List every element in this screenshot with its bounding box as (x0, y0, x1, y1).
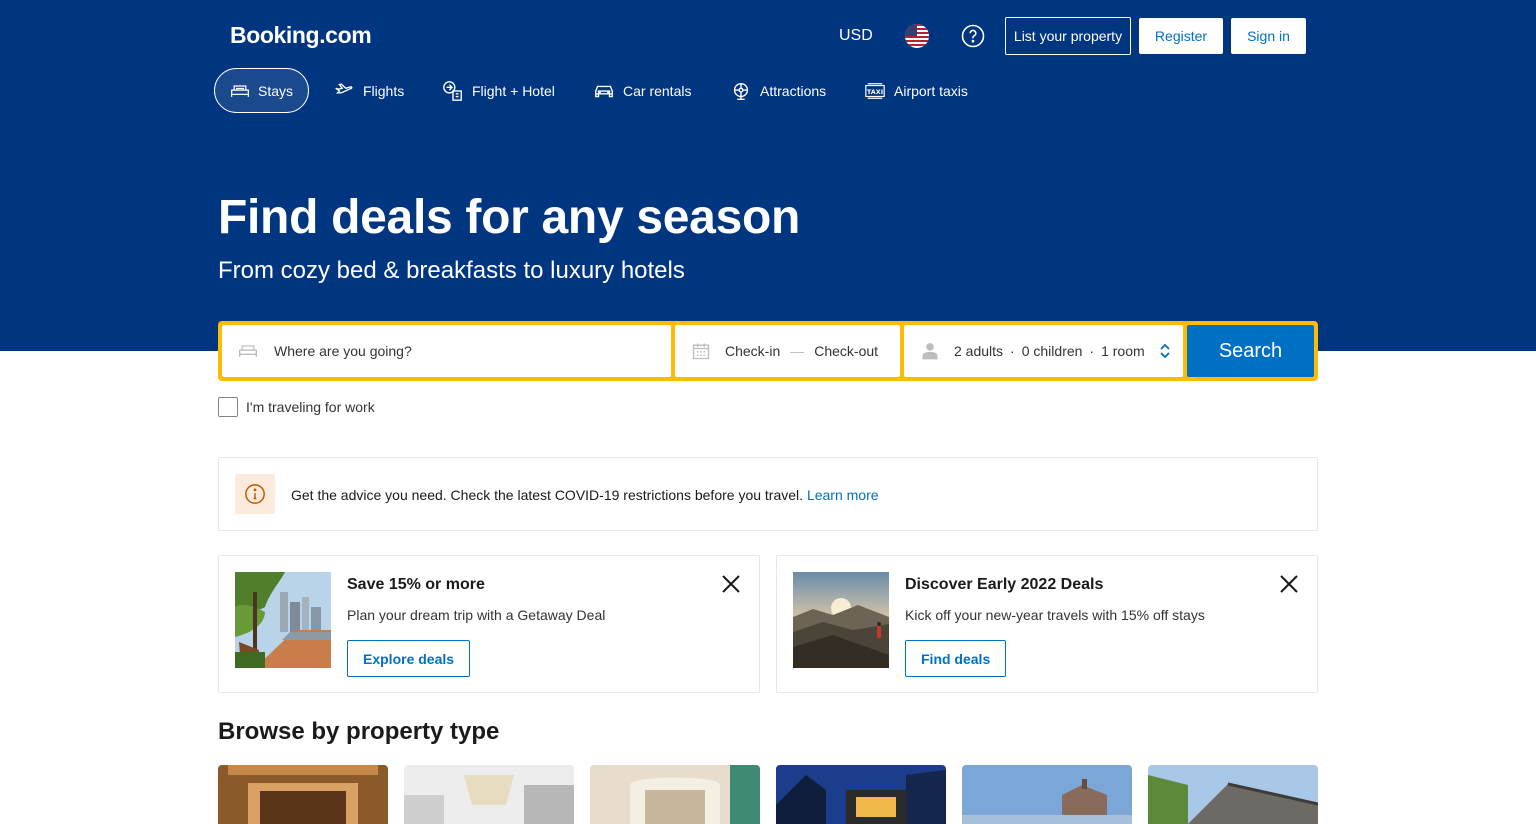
nav-tab-attractions[interactable]: Attractions (715, 68, 841, 113)
rooms-count: 1 room (1101, 343, 1145, 359)
destination-input[interactable]: Where are you going? (222, 325, 671, 377)
hero-title: Find deals for any season (218, 191, 801, 244)
help-icon[interactable] (961, 24, 985, 48)
promo-title: Save 15% or more (347, 576, 485, 593)
booking-logo[interactable]: Booking.com (230, 22, 372, 49)
bed-icon (239, 345, 257, 357)
currency-selector[interactable]: USD (839, 27, 873, 45)
nav-label: Car rentals (623, 82, 692, 99)
explore-deals-button[interactable]: Explore deals (347, 640, 471, 677)
nav-label: Airport taxis (894, 82, 968, 99)
separator-dot: · (1089, 343, 1095, 359)
search-bar: Where are you going? Check-in — Check-ou… (218, 321, 1318, 381)
info-icon (235, 474, 275, 514)
hero-subtitle: From cozy bed & breakfasts to luxury hot… (218, 257, 685, 284)
car-icon (595, 85, 613, 97)
promo-title: Discover Early 2022 Deals (905, 576, 1104, 593)
covid-text: Get the advice you need. Check the lates… (291, 487, 804, 503)
bed-icon (231, 84, 249, 97)
register-button[interactable]: Register (1139, 18, 1223, 54)
svg-text:TAXI: TAXI (867, 88, 883, 96)
checkbox[interactable] (218, 397, 238, 417)
close-icon[interactable] (1279, 574, 1299, 594)
search-button[interactable]: Search (1187, 325, 1314, 377)
adults-count: 2 adults (954, 343, 1004, 359)
sign-in-button[interactable]: Sign in (1231, 18, 1306, 54)
chevron-updown-icon (1160, 343, 1170, 359)
nav-label: Flight + Hotel (472, 82, 555, 99)
property-type-card[interactable] (1148, 765, 1318, 824)
nav-tab-car-rentals[interactable]: Car rentals (578, 68, 706, 113)
date-picker[interactable]: Check-in — Check-out (675, 325, 900, 377)
separator-dot: · (1010, 343, 1015, 359)
covid-notice: Get the advice you need. Check the lates… (218, 457, 1318, 531)
destination-placeholder: Where are you going? (274, 343, 412, 359)
property-type-card[interactable] (962, 765, 1132, 824)
property-type-card[interactable] (590, 765, 760, 824)
date-dash: — (790, 343, 805, 359)
us-flag-icon[interactable] (905, 24, 929, 48)
nav-tab-flight-hotel[interactable]: Flight + Hotel (427, 68, 570, 113)
mountain-image (793, 572, 889, 668)
flight-hotel-icon (443, 80, 462, 101)
promo-card-early-2022: Discover Early 2022 Deals Kick off your … (776, 555, 1318, 693)
park-image (235, 572, 331, 668)
learn-more-link[interactable]: Learn more (807, 487, 879, 503)
guests-selector[interactable]: 2 adults · 0 children · 1 room (904, 325, 1183, 377)
list-property-button[interactable]: List your property (1005, 17, 1131, 55)
promo-card-getaway: Save 15% or more Plan your dream trip wi… (218, 555, 760, 693)
browse-section-title: Browse by property type (218, 718, 500, 745)
covid-message: Get the advice you need. Check the lates… (291, 487, 879, 503)
nav-label: Stays (257, 82, 293, 99)
taxi-icon: TAXI (865, 82, 885, 99)
check-in-label: Check-in (725, 343, 781, 359)
nav-tab-stays[interactable]: Stays (214, 68, 309, 113)
children-count: 0 children (1021, 343, 1083, 359)
promo-description: Plan your dream trip with a Getaway Deal (347, 607, 606, 623)
close-icon[interactable] (721, 574, 741, 594)
check-out-label: Check-out (814, 343, 879, 359)
person-icon (922, 343, 938, 360)
property-type-card[interactable] (776, 765, 946, 824)
promo-description: Kick off your new-year travels with 15% … (905, 607, 1205, 623)
nav-label: Flights (363, 82, 405, 99)
plane-icon (335, 82, 353, 94)
nav-tab-airport-taxis[interactable]: TAXI Airport taxis (849, 68, 983, 113)
work-travel-checkbox[interactable]: I'm traveling for work (218, 397, 375, 417)
calendar-icon (692, 343, 710, 360)
property-type-card[interactable] (404, 765, 574, 824)
attractions-icon (733, 82, 749, 100)
find-deals-button[interactable]: Find deals (905, 640, 1007, 677)
work-travel-label: I'm traveling for work (246, 399, 375, 415)
property-type-card[interactable] (218, 765, 388, 824)
nav-tab-flights[interactable]: Flights (318, 68, 419, 113)
nav-label: Attractions (760, 82, 827, 99)
